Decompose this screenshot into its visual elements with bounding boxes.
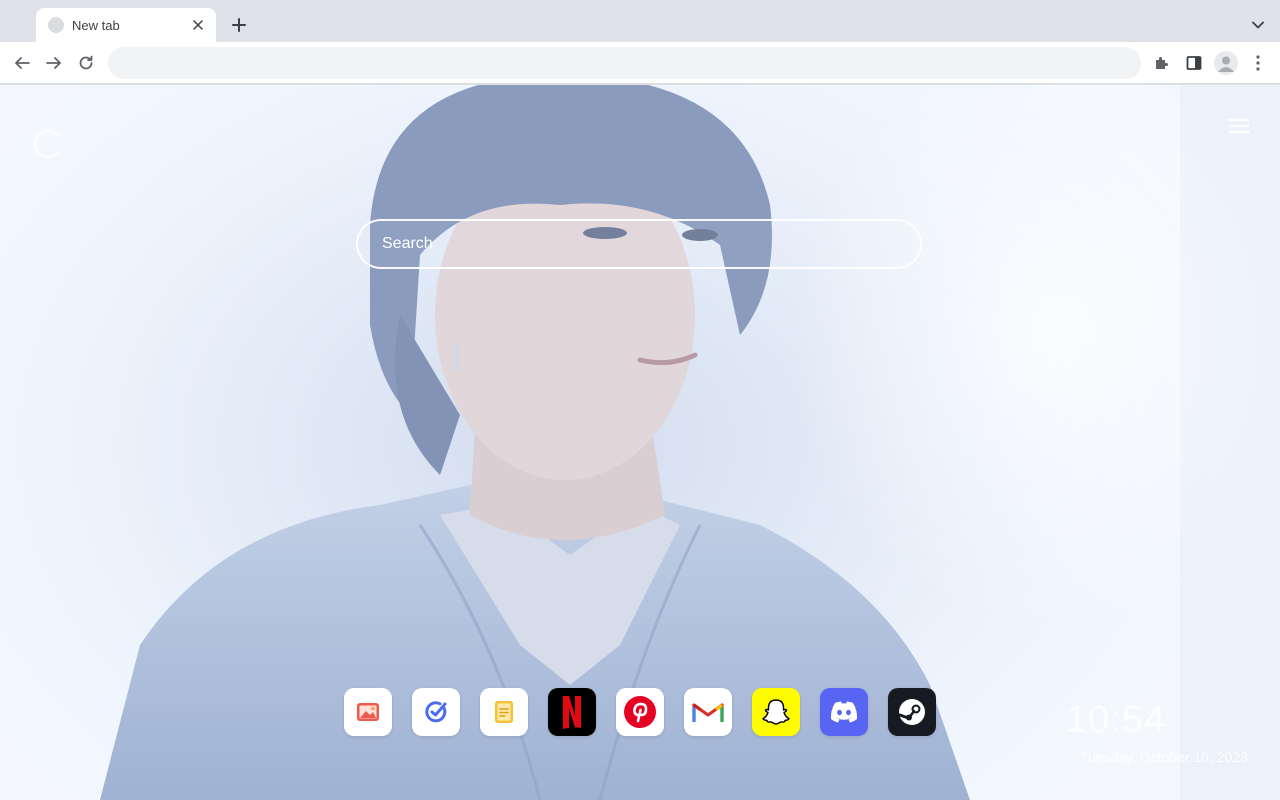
- steam-icon: [898, 699, 925, 725]
- address-bar[interactable]: [108, 47, 1141, 79]
- shortcuts-dock: [344, 688, 936, 736]
- plus-icon: [232, 18, 246, 32]
- avatar-icon: [1218, 56, 1234, 72]
- side-panel-button[interactable]: [1182, 51, 1206, 75]
- browser-toolbar: [0, 42, 1280, 84]
- shortcut-tasks[interactable]: [412, 688, 460, 736]
- tab-title: New tab: [72, 17, 120, 33]
- reload-icon: [79, 55, 93, 70]
- menu-button[interactable]: [1226, 115, 1252, 137]
- hamburger-icon: [1228, 118, 1250, 134]
- tab-new-tab[interactable]: New tab: [36, 8, 216, 42]
- globe-icon: [48, 17, 64, 33]
- shortcut-netflix[interactable]: [548, 688, 596, 736]
- pinterest-icon: [624, 696, 656, 728]
- forward-button[interactable]: [42, 51, 66, 75]
- shortcut-photos[interactable]: [344, 688, 392, 736]
- forward-arrow-icon: [46, 57, 61, 69]
- tab-strip: New tab: [0, 0, 1280, 42]
- side-panel-icon: [1186, 56, 1202, 70]
- discord-icon: [830, 701, 858, 723]
- close-icon[interactable]: [190, 17, 206, 33]
- new-tab-button[interactable]: [227, 13, 251, 37]
- gmail-icon: [692, 703, 724, 722]
- profile-avatar[interactable]: [1214, 51, 1238, 75]
- search-box: [356, 219, 922, 269]
- kebab-menu-icon: [1256, 55, 1260, 71]
- clock-date: Tuesday, October 10, 2023: [1079, 749, 1248, 765]
- reload-button[interactable]: [74, 51, 98, 75]
- shortcut-notes[interactable]: [480, 688, 528, 736]
- extensions-button[interactable]: [1150, 51, 1174, 75]
- clock-time: 10:54: [1066, 699, 1167, 741]
- chevron-down-icon: [1252, 21, 1264, 29]
- new-tab-page: 10:54 Tuesday, October 10, 2023: [0, 85, 1280, 800]
- back-arrow-icon: [15, 57, 30, 69]
- notes-icon: [495, 701, 513, 723]
- tab-search-button[interactable]: [1248, 15, 1268, 35]
- shortcut-gmail[interactable]: [684, 688, 732, 736]
- photo-icon: [357, 703, 379, 721]
- back-button[interactable]: [10, 51, 34, 75]
- shortcut-steam[interactable]: [888, 688, 936, 736]
- check-circle-icon: [425, 701, 447, 723]
- browser-menu-button[interactable]: [1246, 51, 1270, 75]
- snapchat-icon: [762, 699, 790, 725]
- netflix-icon: [563, 696, 581, 729]
- brand-logo-icon: [30, 127, 64, 161]
- search-input[interactable]: [358, 221, 920, 267]
- puzzle-icon: [1156, 57, 1168, 69]
- shortcut-discord[interactable]: [820, 688, 868, 736]
- shortcut-pinterest[interactable]: [616, 688, 664, 736]
- shortcut-snapchat[interactable]: [752, 688, 800, 736]
